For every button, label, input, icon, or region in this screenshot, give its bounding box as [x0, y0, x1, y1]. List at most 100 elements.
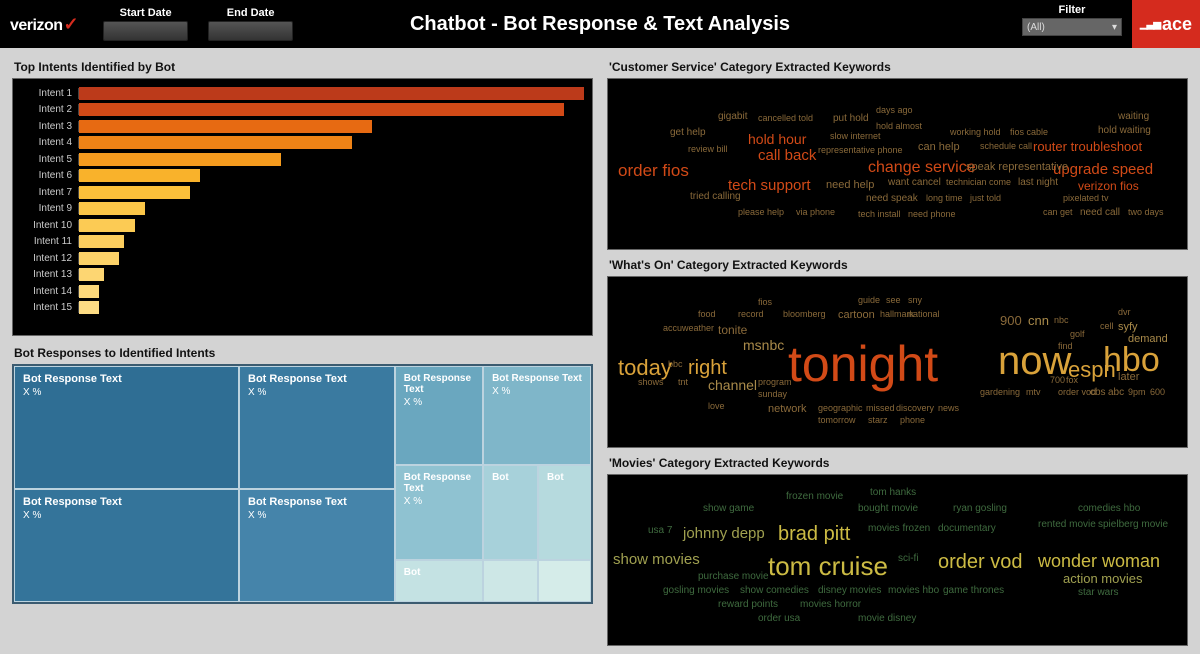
wordcloud-word[interactable]: shows — [638, 377, 664, 387]
wordcloud-word[interactable]: technician come — [946, 177, 1011, 187]
bar-row[interactable]: Intent 12 — [19, 250, 584, 267]
wordcloud-word[interactable]: 600 — [1150, 387, 1165, 397]
wordcloud-word[interactable]: working hold — [950, 127, 1001, 137]
wordcloud-word[interactable]: golf — [1070, 329, 1085, 339]
bar-row[interactable]: Intent 14 — [19, 283, 584, 300]
wordcloud-word[interactable]: gigabit — [718, 111, 747, 122]
wordcloud-word[interactable]: demand — [1128, 333, 1168, 345]
bar-row[interactable]: Intent 1 — [19, 85, 584, 102]
wordcloud-word[interactable]: 900 — [1000, 313, 1022, 328]
wordcloud-word[interactable]: can help — [918, 141, 960, 153]
wordcloud-word[interactable]: ryan gosling — [953, 503, 1007, 514]
wordcloud-word[interactable]: gosling movies — [663, 585, 729, 596]
wordcloud-word[interactable]: geographic — [818, 403, 863, 413]
wordcloud-word[interactable]: days ago — [876, 105, 913, 115]
wordcloud-word[interactable]: fios cable — [1010, 127, 1048, 137]
wordcloud-word[interactable]: via phone — [796, 207, 835, 217]
wordcloud-word[interactable]: johnny depp — [683, 525, 765, 542]
wordcloud-word[interactable]: call back — [758, 147, 816, 164]
bar-row[interactable]: Intent 3 — [19, 118, 584, 135]
treemap-cell[interactable] — [538, 560, 591, 603]
wordcloud-word[interactable]: bought movie — [858, 503, 918, 514]
wordcloud-word[interactable]: two days — [1128, 207, 1164, 217]
bar-row[interactable]: Intent 9 — [19, 201, 584, 218]
wordcloud-word[interactable]: hold almost — [876, 121, 922, 131]
treemap-cell[interactable]: Bot Response Text X % — [14, 489, 239, 602]
treemap-cell[interactable]: Bot Response Text X % — [14, 366, 239, 489]
end-date-input[interactable] — [208, 21, 293, 41]
wordcloud-word[interactable]: tonight — [788, 335, 938, 393]
wordcloud-word[interactable]: guide — [858, 295, 880, 305]
wordcloud-word[interactable]: cbs — [1090, 387, 1106, 398]
wordcloud-word[interactable]: later — [1118, 371, 1139, 383]
wordcloud-word[interactable]: need phone — [908, 209, 956, 219]
wordcloud-word[interactable]: cartoon — [838, 309, 875, 321]
wordcloud-word[interactable]: tonite — [718, 323, 747, 337]
wordcloud-word[interactable]: show comedies — [740, 585, 809, 596]
wordcloud-word[interactable]: movie disney — [858, 613, 916, 624]
wordcloud-word[interactable]: movies hbo — [888, 585, 939, 596]
wordcloud-word[interactable]: can get — [1043, 207, 1073, 217]
bar-row[interactable]: Intent 6 — [19, 168, 584, 185]
wordcloud-word[interactable]: accuweather — [663, 323, 714, 333]
wordcloud-word[interactable]: just told — [970, 193, 1001, 203]
wordcloud-word[interactable]: tnt — [678, 377, 688, 387]
wordcloud-word[interactable]: gardening — [980, 387, 1020, 397]
wordcloud-word[interactable]: network — [768, 403, 807, 415]
wordcloud-word[interactable]: cnn — [1028, 313, 1049, 328]
bar-row[interactable]: Intent 7 — [19, 184, 584, 201]
wordcloud-word[interactable]: nbc — [1054, 315, 1069, 325]
wordcloud-word[interactable]: tom hanks — [870, 487, 916, 498]
bar-row[interactable]: Intent 10 — [19, 217, 584, 234]
wordcloud-word[interactable]: dvr — [1118, 307, 1131, 317]
wordcloud-word[interactable]: want cancel — [888, 177, 941, 188]
wordcloud-word[interactable]: change service — [868, 159, 976, 177]
wordcloud-word[interactable]: cell — [1100, 321, 1114, 331]
wordcloud-word[interactable]: food — [698, 309, 716, 319]
wordcloud-word[interactable]: tom cruise — [768, 551, 888, 582]
wordcloud-word[interactable]: order vod — [938, 551, 1023, 574]
wordcloud-word[interactable]: put hold — [833, 113, 869, 124]
treemap-cell[interactable]: Bot Response Text X % — [483, 366, 591, 465]
wordcloud-word[interactable]: see — [886, 295, 901, 305]
wordcloud-word[interactable]: 700 — [1050, 375, 1065, 385]
wordcloud-word[interactable]: discovery — [896, 403, 934, 413]
wordcloud-word[interactable]: documentary — [938, 523, 996, 534]
filter-dropdown[interactable]: (All) ▾ — [1022, 18, 1122, 36]
wordcloud-word[interactable]: sci-fi — [898, 553, 919, 564]
wordcloud-word[interactable]: movies horror — [800, 599, 861, 610]
wordcloud-word[interactable]: need call — [1080, 207, 1120, 218]
wordcloud-word[interactable]: frozen movie — [786, 491, 843, 502]
wordcloud-word[interactable]: sny — [908, 295, 922, 305]
wordcloud-word[interactable]: tech install — [858, 209, 901, 219]
wordcloud-word[interactable]: comedies hbo — [1078, 503, 1140, 514]
wordcloud-word[interactable]: star wars — [1078, 587, 1119, 598]
treemap-cell[interactable]: Bot Response Text X % — [395, 465, 483, 559]
wordcloud-word[interactable]: show game — [703, 503, 754, 514]
wordcloud-word[interactable]: mtv — [1026, 387, 1041, 397]
wordcloud-word[interactable]: spielberg movie — [1098, 519, 1168, 530]
wordcloud-word[interactable]: reward points — [718, 599, 778, 610]
wordcloud-word[interactable]: love — [708, 401, 725, 411]
wordcloud-word[interactable]: channel — [708, 377, 757, 393]
wordcloud-word[interactable]: 9pm — [1128, 387, 1146, 397]
wordcloud-word[interactable]: find — [1058, 341, 1073, 351]
wordcloud-word[interactable]: get help — [670, 127, 706, 138]
wordcloud-word[interactable]: hold waiting — [1098, 125, 1151, 136]
treemap-cell[interactable]: Bot — [483, 465, 538, 559]
wordcloud-word[interactable]: game thrones — [943, 585, 1004, 596]
wordcloud-word[interactable]: need help — [826, 179, 874, 191]
treemap-cell[interactable]: Bot Response Text X % — [239, 489, 395, 602]
wordcloud-word[interactable]: phone — [900, 415, 925, 425]
bar-row[interactable]: Intent 2 — [19, 102, 584, 119]
wordcloud-word[interactable]: fios — [758, 297, 772, 307]
wordcloud-word[interactable]: schedule call — [980, 141, 1032, 151]
wordcloud-word[interactable]: tried calling — [690, 191, 741, 202]
wordcloud-word[interactable]: waiting — [1118, 111, 1149, 122]
wordcloud-word[interactable]: order usa — [758, 613, 800, 624]
wordcloud-word[interactable]: syfy — [1118, 321, 1138, 333]
wordcloud-word[interactable]: record — [738, 309, 764, 319]
wordcloud-word[interactable]: starz — [868, 415, 888, 425]
wordcloud-word[interactable]: disney movies — [818, 585, 881, 596]
wordcloud-word[interactable]: action movies — [1063, 571, 1142, 586]
